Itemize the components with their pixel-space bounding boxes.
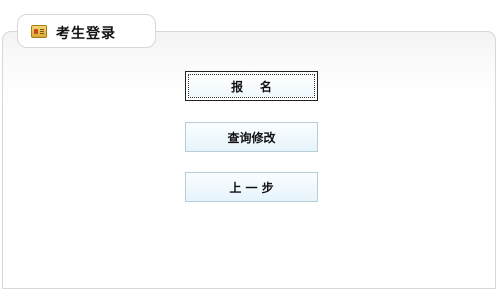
query-modify-button[interactable]: 查询修改 — [185, 122, 318, 152]
previous-step-button[interactable]: 上 一 步 — [185, 172, 318, 202]
register-button-label: 报 名 — [188, 74, 315, 98]
id-card-icon — [31, 25, 47, 38]
login-page: 考生登录 报 名 查询修改 上 一 步 — [0, 0, 500, 291]
content-panel — [2, 31, 496, 289]
tab-candidate-login[interactable]: 考生登录 — [17, 14, 156, 48]
tab-title: 考生登录 — [56, 26, 116, 42]
register-button[interactable]: 报 名 — [185, 71, 318, 101]
